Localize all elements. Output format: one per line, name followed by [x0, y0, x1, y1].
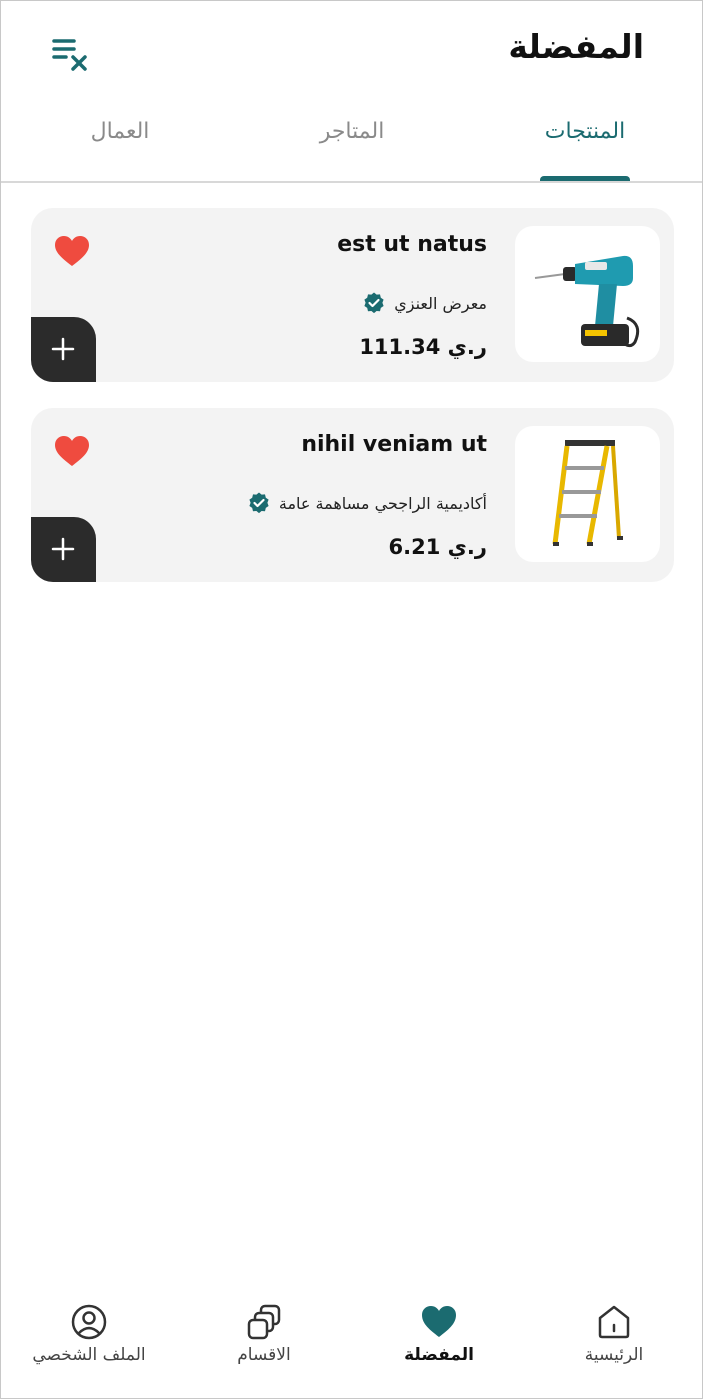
plus-icon	[51, 537, 75, 561]
product-image	[515, 426, 660, 562]
favorite-button[interactable]	[53, 434, 91, 468]
plus-icon	[51, 337, 75, 361]
page-title: المفضلة	[508, 27, 644, 66]
heart-icon	[422, 1306, 456, 1337]
product-name: est ut natus	[337, 232, 487, 257]
nav-home[interactable]: الرئيسية	[539, 1278, 689, 1398]
product-price: 6.21 ر.ي	[388, 535, 487, 559]
verified-badge-icon	[364, 292, 384, 314]
store-info: معرض العنزي	[362, 290, 487, 316]
nav-favorites[interactable]: المفضلة	[364, 1278, 514, 1398]
nav-label: المفضلة	[404, 1345, 474, 1365]
favorites-tabs: المنتجات المتاجر العمال	[1, 101, 702, 183]
favorite-button[interactable]	[53, 234, 91, 268]
nav-profile[interactable]: الملف الشخصي	[14, 1278, 164, 1398]
clear-list-button[interactable]	[49, 35, 95, 75]
store-name: أكاديمية الراجحي مساهمة عامة	[278, 493, 487, 513]
nav-categories[interactable]: الاقسام	[189, 1278, 339, 1398]
categories-icon	[247, 1304, 281, 1340]
nav-label: الرئيسية	[584, 1345, 644, 1365]
heart-icon	[55, 236, 89, 266]
header: المفضلة	[1, 1, 702, 101]
app-screen: المفضلة المنتجات المتاجر العمال est ut n…	[0, 0, 703, 1399]
home-icon	[598, 1305, 630, 1339]
product-name: nihil veniam ut	[301, 432, 487, 457]
product-card[interactable]: nihil veniam ut أكاديمية الراجحي مساهمة …	[31, 408, 674, 582]
product-price: 111.34 ر.ي	[359, 335, 487, 359]
profile-icon	[71, 1304, 107, 1340]
heart-icon	[55, 436, 89, 466]
add-to-cart-button[interactable]	[31, 317, 96, 382]
add-to-cart-button[interactable]	[31, 517, 96, 582]
tab-stores[interactable]: المتاجر	[287, 119, 417, 144]
tab-workers[interactable]: العمال	[55, 119, 185, 144]
verified-badge-icon	[249, 492, 269, 514]
drill-image	[534, 255, 640, 348]
store-name: معرض العنزي	[394, 293, 487, 313]
ladder-image	[552, 440, 623, 546]
bottom-navigation: الرئيسية المفضلة الاقسام الملف الشخصي	[1, 1278, 702, 1398]
product-card[interactable]: est ut natus معرض العنزي 111.34 ر.ي	[31, 208, 674, 382]
tab-products[interactable]: المنتجات	[520, 119, 650, 144]
active-tab-indicator	[540, 176, 630, 181]
product-image	[515, 226, 660, 362]
clear-list-icon	[52, 39, 87, 71]
store-info: أكاديمية الراجحي مساهمة عامة	[247, 490, 487, 516]
nav-label: الاقسام	[237, 1345, 291, 1365]
nav-label: الملف الشخصي	[32, 1345, 146, 1365]
